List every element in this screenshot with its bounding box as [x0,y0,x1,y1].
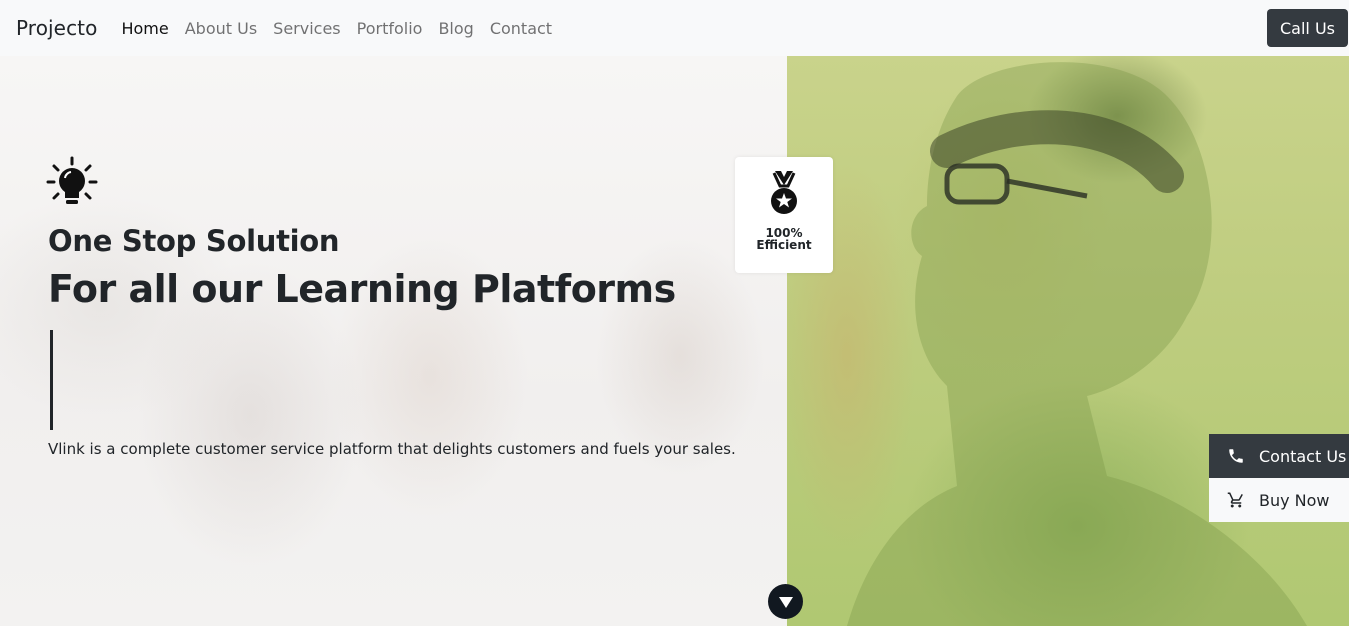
hero-section: One Stop Solution For all our Learning P… [0,56,1349,626]
hero-subtitle: For all our Learning Platforms [48,267,676,312]
nav-links: Home About Us Services Portfolio Blog Co… [113,19,560,38]
efficiency-badge: 100% Efficient [735,157,833,273]
lightbulb-icon [46,156,98,204]
nav-link-about-us[interactable]: About Us [177,19,265,38]
medal-icon [771,171,797,214]
badge-label: Efficient [756,238,812,252]
navbar: Projecto Home About Us Services Portfoli… [0,0,1349,56]
contact-us-label: Contact Us [1259,446,1347,466]
hero-feature-image [787,56,1349,626]
nav-link-home[interactable]: Home [113,19,176,38]
phone-icon [1229,449,1243,463]
nav-link-blog[interactable]: Blog [430,19,481,38]
buy-now-button[interactable]: Buy Now [1209,478,1349,522]
hero-description: Vlink is a complete customer service pla… [48,440,736,459]
buy-now-label: Buy Now [1259,490,1330,510]
brand-logo[interactable]: Projecto [16,16,97,40]
contact-us-button[interactable]: Contact Us [1209,434,1349,478]
scroll-down-button[interactable] [768,584,803,619]
person-silhouette [847,62,1307,626]
nav-link-portfolio[interactable]: Portfolio [349,19,431,38]
badge-text: 100% Efficient [756,227,811,251]
nav-link-contact[interactable]: Contact [482,19,560,38]
call-us-button[interactable]: Call Us [1267,9,1348,47]
hero-title: One Stop Solution [48,224,340,258]
cart-icon [1227,492,1243,508]
nav-link-services[interactable]: Services [265,19,348,38]
accent-divider [50,330,53,431]
hero-content: One Stop Solution For all our Learning P… [46,156,748,459]
chevron-down-icon [778,596,793,608]
